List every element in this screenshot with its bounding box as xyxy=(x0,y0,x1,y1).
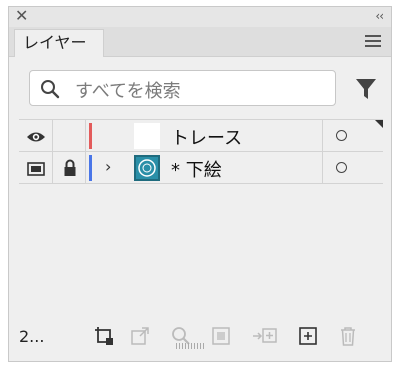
new-layer-icon[interactable] xyxy=(297,325,319,347)
new-sublayer-icon[interactable] xyxy=(252,325,277,347)
layer-row-trace[interactable]: トレース xyxy=(19,120,383,152)
column-divider xyxy=(322,152,323,184)
collapse-icon[interactable]: ‹‹ xyxy=(375,6,384,26)
hamburger-menu-icon[interactable] xyxy=(365,35,381,47)
column-divider xyxy=(322,120,323,152)
export-icon[interactable] xyxy=(129,325,151,347)
filter-icon[interactable] xyxy=(355,77,377,105)
target-circle-icon[interactable] xyxy=(336,162,347,173)
target-circle-icon[interactable] xyxy=(336,130,347,141)
visibility-cell[interactable] xyxy=(19,120,53,152)
lock-cell[interactable] xyxy=(53,152,86,184)
search-field[interactable]: すべてを検索 xyxy=(29,70,336,106)
layers-panel: ✕ ‹‹ レイヤー すべてを検索 トレース › * 下絵 2... xyxy=(8,6,392,362)
layer-thumbnail xyxy=(134,155,160,181)
layer-name[interactable]: * 下絵 xyxy=(171,156,222,182)
chevron-right-icon[interactable]: › xyxy=(105,157,111,176)
layer-row-sketch[interactable]: › * 下絵 xyxy=(19,152,383,184)
panel-topbar: ✕ ‹‹ xyxy=(9,6,391,27)
layer-color-bar xyxy=(89,123,92,149)
artboard-icon[interactable] xyxy=(93,325,115,347)
tab-row: レイヤー xyxy=(9,27,391,57)
clipping-mask-icon[interactable] xyxy=(210,325,232,347)
template-visibility-icon[interactable] xyxy=(27,161,45,180)
lock-cell[interactable] xyxy=(53,120,86,152)
resize-grip[interactable] xyxy=(176,343,206,349)
layer-list: トレース › * 下絵 xyxy=(19,119,383,319)
search-placeholder: すべてを検索 xyxy=(75,81,181,102)
layer-name[interactable]: トレース xyxy=(171,124,242,150)
search-icon xyxy=(40,79,60,103)
layer-color-bar xyxy=(89,155,92,181)
lock-icon[interactable] xyxy=(63,159,77,181)
trash-icon[interactable] xyxy=(337,325,359,347)
visibility-cell[interactable] xyxy=(19,152,53,184)
layer-thumbnail xyxy=(134,123,160,149)
eye-icon[interactable] xyxy=(26,129,46,148)
tab-layers[interactable]: レイヤー xyxy=(14,29,104,57)
layer-count: 2... xyxy=(19,327,45,346)
selected-layer-indicator xyxy=(375,120,383,128)
close-icon[interactable]: ✕ xyxy=(15,6,28,26)
